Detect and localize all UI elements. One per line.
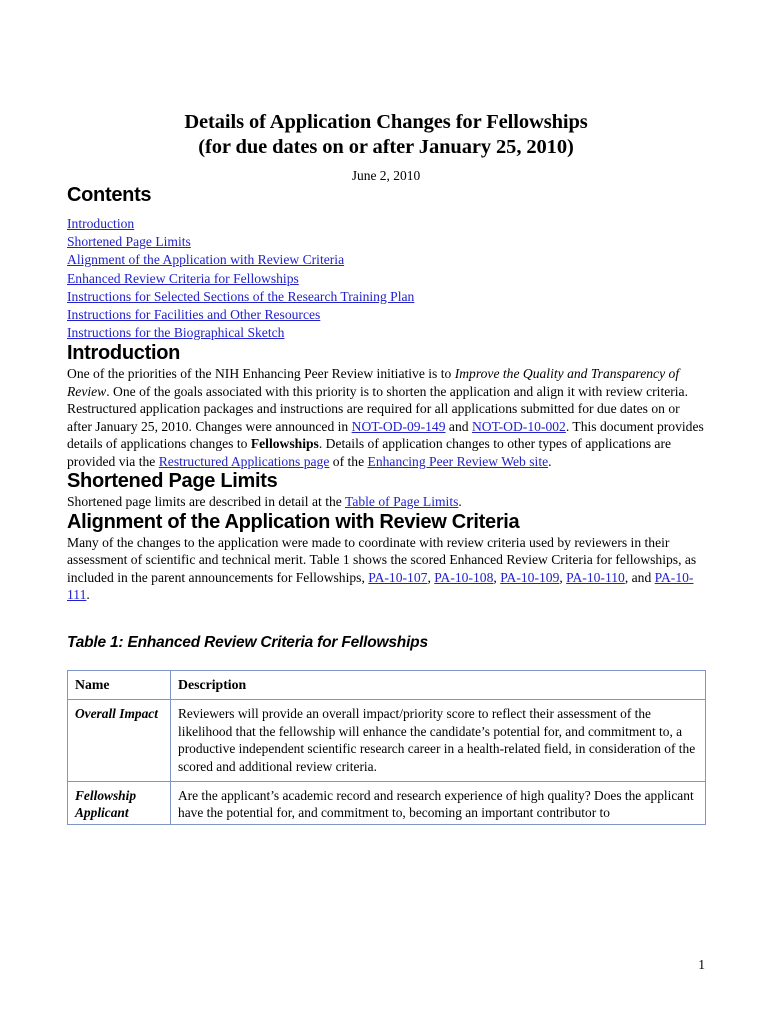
table-row: Overall Impact Reviewers will provide an… [67, 699, 706, 782]
contents-list: Introduction Shortened Page Limits Align… [67, 215, 705, 342]
toc-link-introduction[interactable]: Introduction [67, 216, 134, 231]
criteria-name-fellowship-applicant: Fellowship Applicant [67, 780, 171, 825]
link-pa-10-109[interactable]: PA-10-109 [500, 570, 559, 585]
list-item: Instructions for Selected Sections of th… [67, 288, 705, 306]
intro-p1-text-1: One of the priorities of the NIH Enhanci… [67, 366, 455, 382]
link-restructured-applications-page[interactable]: Restructured Applications page [159, 454, 330, 469]
shortened-text-2: . [458, 494, 462, 510]
criteria-description-overall-impact: Reviewers will provide an overall impact… [170, 699, 706, 782]
shortened-page-limits-heading: Shortened Page Limits [67, 470, 278, 493]
introduction-heading: Introduction [67, 342, 181, 365]
list-item: Instructions for the Biographical Sketch [67, 324, 705, 342]
table1-heading: Table 1: Enhanced Review Criteria for Fe… [67, 633, 428, 651]
alignment-text-2: . [86, 587, 90, 603]
toc-link-shortened-page-limits[interactable]: Shortened Page Limits [67, 234, 191, 249]
page-number: 1 [698, 957, 705, 972]
link-pa-10-107[interactable]: PA-10-107 [368, 570, 427, 585]
document-page: Details of Application Changes for Fello… [0, 0, 770, 1024]
document-title-line2: (for due dates on or after January 25, 2… [198, 136, 574, 158]
list-item: Alignment of the Application with Review… [67, 251, 705, 269]
table-header-row: Name Description [67, 669, 706, 701]
intro-p2-text-6: . [548, 453, 552, 469]
intro-p1-text-2: . One of the goals associated with this … [106, 383, 688, 399]
toc-link-alignment[interactable]: Alignment of the Application with Review… [67, 252, 344, 267]
shortened-text-1: Shortened page limits are described in d… [67, 494, 345, 510]
column-header-description: Description [170, 669, 706, 701]
alignment-heading: Alignment of the Application with Review… [67, 510, 520, 533]
intro-p2-text-5: of the [329, 453, 368, 469]
enhanced-review-criteria-table: Name Description Overall Impact Reviewer… [67, 669, 706, 825]
list-item: Instructions for Facilities and Other Re… [67, 306, 705, 324]
list-item: Introduction [67, 215, 705, 233]
contents-heading: Contents [67, 184, 152, 206]
toc-link-facilities-resources[interactable]: Instructions for Facilities and Other Re… [67, 307, 320, 322]
toc-link-biographical-sketch[interactable]: Instructions for the Biographical Sketch [67, 325, 284, 340]
toc-link-enhanced-review-criteria[interactable]: Enhanced Review Criteria for Fellowships [67, 271, 299, 286]
introduction-paragraph-1: One of the priorities of the NIH Enhanci… [67, 365, 705, 400]
link-enhancing-peer-review-web-site[interactable]: Enhancing Peer Review Web site [368, 454, 549, 469]
list-item: Enhanced Review Criteria for Fellowships [67, 270, 705, 288]
intro-p2-bold-fellowships: Fellowships [250, 436, 319, 452]
link-pa-10-110[interactable]: PA-10-110 [566, 570, 625, 585]
link-table-of-page-limits[interactable]: Table of Page Limits [345, 494, 458, 509]
document-title-line1: Details of Application Changes for Fello… [184, 111, 588, 133]
list-item: Shortened Page Limits [67, 233, 705, 251]
criteria-name-overall-impact: Overall Impact [67, 699, 171, 782]
document-date: June 2, 2010 [351, 168, 421, 183]
alignment-paragraph: Many of the changes to the application w… [67, 534, 705, 604]
link-not-od-10-002[interactable]: NOT-OD-10-002 [472, 419, 566, 434]
link-pa-10-108[interactable]: PA-10-108 [434, 570, 493, 585]
shortened-page-limits-paragraph: Shortened page limits are described in d… [67, 493, 705, 511]
intro-p2-text-2: and [445, 418, 472, 434]
table-row: Fellowship Applicant Are the applicant’s… [67, 780, 706, 825]
criteria-description-fellowship-applicant: Are the applicant’s academic record and … [170, 780, 706, 825]
link-not-od-09-149[interactable]: NOT-OD-09-149 [352, 419, 446, 434]
page-content: Details of Application Changes for Fello… [67, 0, 706, 825]
column-header-name: Name [67, 669, 171, 701]
toc-link-selected-sections[interactable]: Instructions for Selected Sections of th… [67, 289, 414, 304]
introduction-paragraph-2: Restructured application packages and in… [67, 400, 705, 470]
alignment-sep-4: , and [624, 569, 655, 585]
document-title: Details of Application Changes for Fello… [67, 0, 705, 160]
